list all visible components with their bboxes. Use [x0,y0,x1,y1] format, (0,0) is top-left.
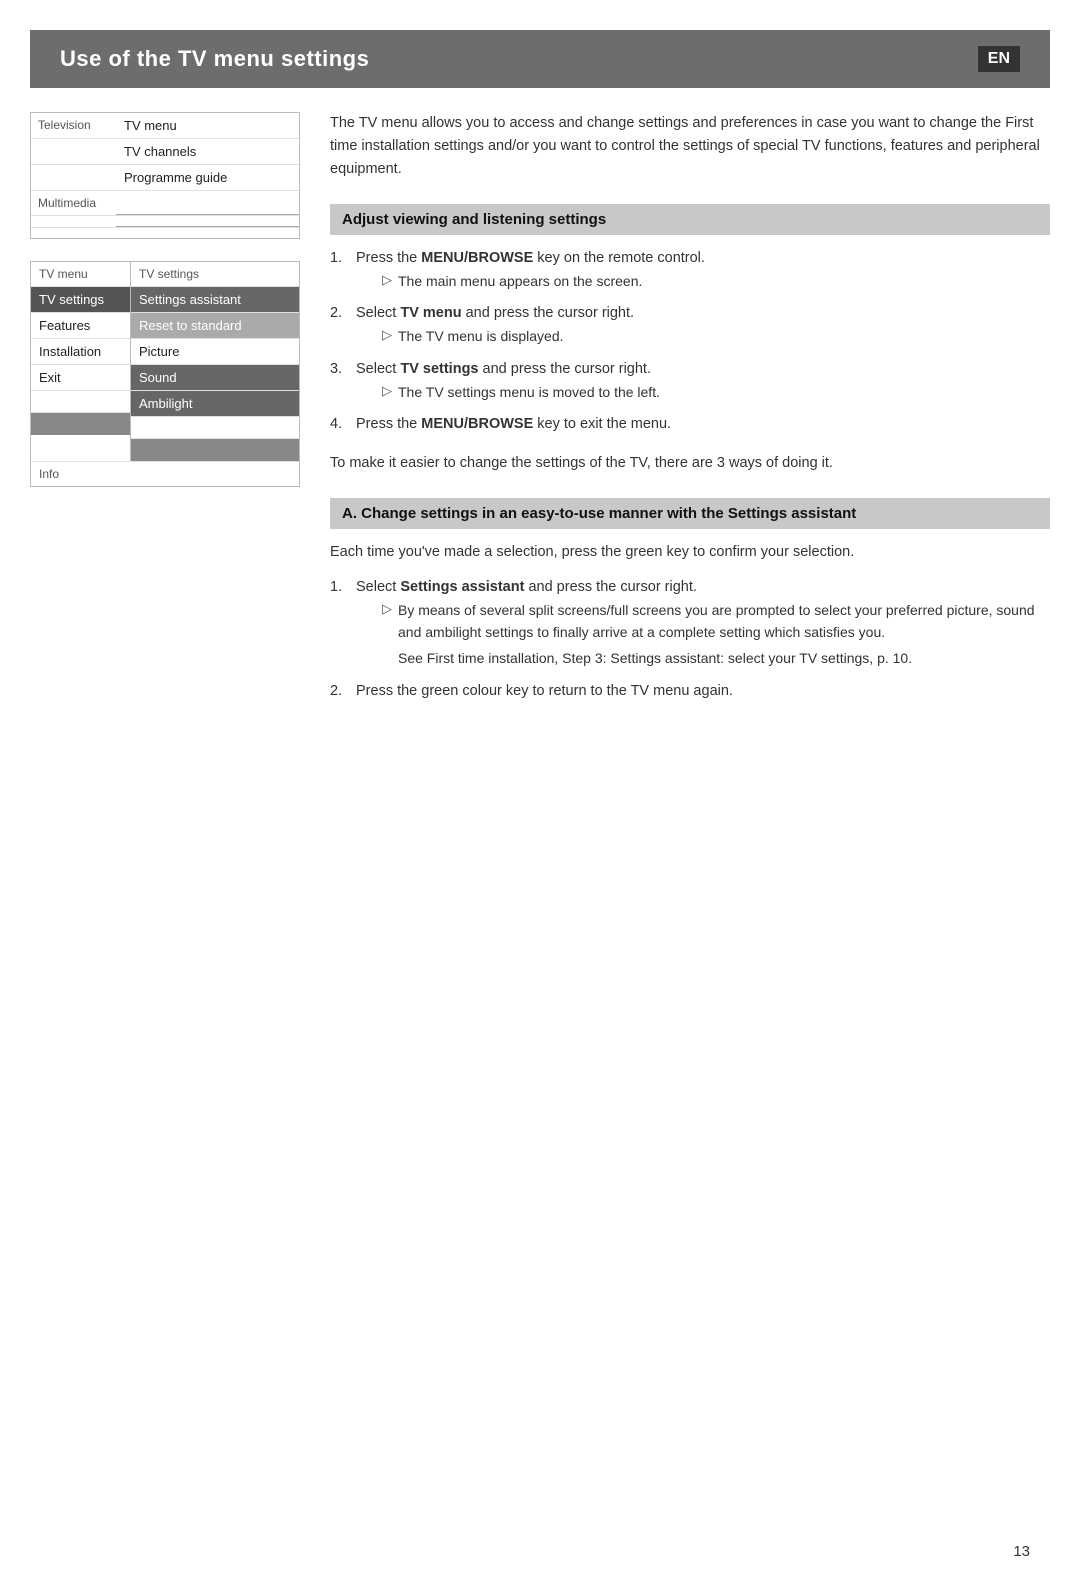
menu2-col1: TV menu TV settings Features Installatio… [31,262,131,461]
col2-picture: Picture [131,339,299,365]
menu-row-multimedia: Multimedia [31,191,299,216]
col1-header: TV menu [31,262,130,287]
list-content-2: Select TV menu and press the cursor righ… [356,302,1050,352]
menu-label-multimedia: Multimedia [31,191,116,215]
page-title: Use of the TV menu settings [60,46,369,72]
menu-item-multimedia-3 [116,228,299,238]
menu2-info-row: Info [31,461,299,486]
arrow-sym-3: ▷ [382,381,392,403]
menu-label-television: Television [31,113,116,138]
menu2-header-row: TV menu TV settings Features Installatio… [31,262,299,461]
note-text: To make it easier to change the settings… [330,452,1050,475]
list-num-4: 4. [330,413,348,436]
menu-row-m2 [31,216,299,228]
col2-sound: Sound [131,365,299,391]
sub-bullet-1: ▷ By means of several split screens/full… [382,599,1050,644]
col2-header: TV settings [131,262,299,287]
s2-content-2: Press the green colour key to return to … [356,680,1050,703]
list-item-4: 4. Press the MENU/BROWSE key to exit the… [330,413,1050,436]
list-content-4: Press the MENU/BROWSE key to exit the me… [356,413,1050,436]
col1-tv-settings: TV settings [31,287,130,313]
arrow-item-2: ▷ The TV menu is displayed. [382,325,1050,347]
arrow-item-1: ▷ The main menu appears on the screen. [382,270,1050,292]
col2-ambilight: Ambilight [131,391,299,417]
sub-arrow-1: ▷ [382,599,392,644]
list-item-3: 3. Select TV settings and press the curs… [330,358,1050,408]
col1-installation: Installation [31,339,130,365]
col2-empty2 [131,439,299,461]
arrow-text-1: The main menu appears on the screen. [398,270,642,292]
s2-content-1: Select Settings assistant and press the … [356,576,1050,672]
arrow-sym-1: ▷ [382,270,392,292]
menu-item-multimedia-2 [116,216,299,227]
section2-heading: A. Change settings in an easy-to-use man… [330,498,1050,529]
section2-item-1: 1. Select Settings assistant and press t… [330,576,1050,672]
section2-intro: Each time you've made a selection, press… [330,541,1050,564]
col2-empty1 [131,417,299,439]
menu-item-tv-menu: TV menu [116,113,299,138]
s2-num-2: 2. [330,680,348,703]
menu-item-multimedia-1 [116,191,299,215]
sub-text-2: See First time installation, Step 3: Set… [398,647,912,669]
col1-features: Features [31,313,130,339]
intro-text: The TV menu allows you to access and cha… [330,112,1050,182]
col2-reset-to-standard: Reset to standard [131,313,299,339]
section1-heading: Adjust viewing and listening settings [330,204,1050,235]
left-column: Television TV menu TV channels Programme… [30,112,300,713]
col1-empty1 [31,391,130,413]
menu-row-tv-channels: TV channels [31,139,299,165]
section2-item-2: 2. Press the green colour key to return … [330,680,1050,703]
menu-diagram-2: TV menu TV settings Features Installatio… [30,261,300,487]
menu-item-programme-guide: Programme guide [116,165,299,190]
lang-badge: EN [978,46,1020,72]
menu-row-programme-guide: Programme guide [31,165,299,191]
menu-row-m3 [31,228,299,238]
s2-num-1: 1. [330,576,348,672]
sub-bullet-2: ▷ See First time installation, Step 3: S… [382,647,1050,669]
arrow-sym-2: ▷ [382,325,392,347]
col2-settings-assistant: Settings assistant [131,287,299,313]
section2-list: 1. Select Settings assistant and press t… [330,576,1050,704]
menu-label-empty1 [31,139,116,164]
arrow-text-2: The TV menu is displayed. [398,325,564,347]
list-content-1: Press the MENU/BROWSE key on the remote … [356,247,1050,297]
page-header: Use of the TV menu settings EN [30,30,1050,88]
arrow-item-3: ▷ The TV settings menu is moved to the l… [382,381,1050,403]
list-item-2: 2. Select TV menu and press the cursor r… [330,302,1050,352]
section2-heading-text: A. Change settings in an easy-to-use man… [342,505,856,522]
arrow-text-3: The TV settings menu is moved to the lef… [398,381,660,403]
menu-item-tv-channels: TV channels [116,139,299,164]
right-column: The TV menu allows you to access and cha… [330,112,1050,713]
col1-exit: Exit [31,365,130,391]
list-num-2: 2. [330,302,348,352]
menu2-col2: TV settings Settings assistant Reset to … [131,262,299,461]
list-content-3: Select TV settings and press the cursor … [356,358,1050,408]
menu-diagram-1: Television TV menu TV channels Programme… [30,112,300,239]
col1-empty2 [31,413,130,435]
section1-list: 1. Press the MENU/BROWSE key on the remo… [330,247,1050,437]
list-num-1: 1. [330,247,348,297]
menu-label-empty2 [31,165,116,190]
list-num-3: 3. [330,358,348,408]
page-number: 13 [1013,1543,1030,1560]
menu-row-television: Television TV menu [31,113,299,139]
list-item-1: 1. Press the MENU/BROWSE key on the remo… [330,247,1050,297]
sub-text-1: By means of several split screens/full s… [398,599,1050,644]
content-area: Television TV menu TV channels Programme… [0,88,1080,713]
